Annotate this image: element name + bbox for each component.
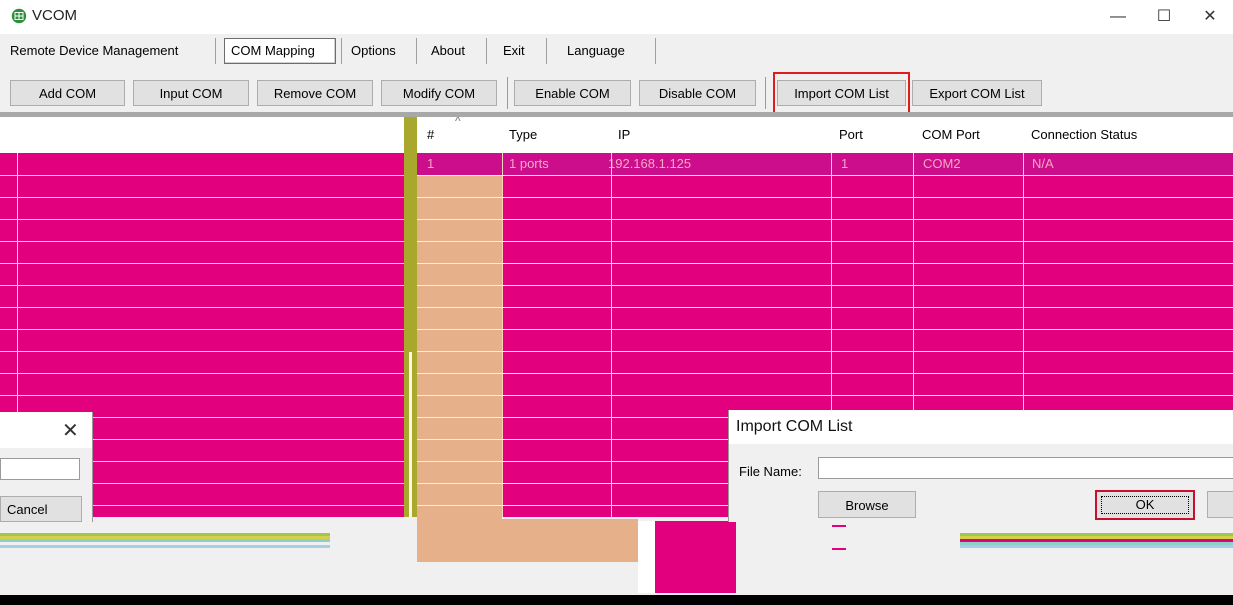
partial-dialog: ✕ Cancel [0, 412, 93, 522]
render-artifact [432, 519, 638, 562]
cell-port: 1 [841, 156, 849, 171]
remove-com-button[interactable]: Remove COM [257, 80, 373, 106]
column-header-com-port[interactable]: COM Port [922, 127, 980, 142]
tree-header [0, 117, 404, 153]
menu-remote-device-management[interactable]: Remote Device Management [10, 42, 178, 60]
cancel-button[interactable]: Cancel [0, 496, 82, 522]
import-com-list-dialog: Import COM List File Name: Browse OK [728, 410, 1233, 522]
disable-com-button[interactable]: Disable COM [639, 80, 756, 106]
add-com-button[interactable]: Add COM [10, 80, 125, 106]
vcom-app-icon [11, 8, 27, 24]
menu-separator [215, 38, 216, 64]
render-artifact [960, 533, 1233, 555]
dialog-titlebar: Import COM List [729, 410, 1233, 444]
menu-exit[interactable]: Exit [503, 42, 525, 60]
modify-com-button[interactable]: Modify COM [381, 80, 497, 106]
render-artifact [655, 521, 736, 593]
close-icon[interactable]: ✕ [1187, 4, 1233, 30]
first-column-band [417, 153, 502, 517]
toolbar-separator [507, 77, 508, 109]
cell-connection-status: N/A [1032, 156, 1054, 171]
cancel-button-partial[interactable] [1207, 491, 1233, 518]
menu-separator [486, 38, 487, 64]
file-name-label: File Name: [739, 464, 802, 479]
column-header-type[interactable]: Type [509, 127, 537, 142]
highlight-box [773, 72, 910, 114]
cell-ip: 192.168.1.125 [608, 156, 692, 171]
cell-number: 1 [427, 156, 435, 171]
menu-separator [546, 38, 547, 64]
cell-com-port: COM2 [923, 156, 961, 171]
column-header-number[interactable]: # [427, 127, 434, 142]
table-header: # ^ Type IP Port COM Port Connection Sta… [417, 117, 1233, 153]
menu-language[interactable]: Language [567, 42, 625, 60]
toolbar-separator [765, 77, 766, 109]
render-artifact [0, 533, 330, 555]
input-com-button[interactable]: Input COM [133, 80, 249, 106]
enable-com-button[interactable]: Enable COM [514, 80, 631, 106]
window-title: VCOM [32, 7, 77, 24]
menu-separator [655, 38, 656, 64]
render-artifact [832, 525, 846, 527]
menu-options[interactable]: Options [351, 42, 396, 60]
title-bar: VCOM — ☐ ✕ [0, 0, 1233, 34]
minimize-icon[interactable]: — [1095, 4, 1141, 30]
render-artifact [832, 548, 846, 550]
column-header-connection-status[interactable]: Connection Status [1031, 127, 1137, 142]
ok-button[interactable]: OK [1095, 490, 1195, 520]
maximize-icon[interactable]: ☐ [1141, 4, 1187, 30]
menu-com-mapping[interactable]: COM Mapping [231, 42, 315, 60]
file-name-input[interactable] [818, 457, 1233, 479]
focus-rect [1101, 496, 1189, 514]
screen-bottom-edge [0, 595, 1233, 605]
menu-separator [416, 38, 417, 64]
partial-dialog-field[interactable] [0, 458, 80, 480]
menu-bar: Remote Device Management COM Mapping Opt… [0, 34, 1233, 69]
column-header-ip[interactable]: IP [618, 127, 630, 142]
browse-button[interactable]: Browse [818, 491, 916, 518]
menu-separator [341, 38, 342, 64]
dialog-close-icon[interactable]: ✕ [62, 418, 79, 443]
dialog-title: Import COM List [736, 418, 853, 435]
sort-ascending-icon: ^ [455, 117, 461, 128]
menu-about[interactable]: About [431, 42, 465, 60]
cell-type: 1 ports [509, 156, 549, 171]
render-artifact [638, 521, 655, 593]
export-com-list-button[interactable]: Export COM List [912, 80, 1042, 106]
toolbar: Add COM Input COM Remove COM Modify COM … [0, 69, 1233, 113]
column-header-port[interactable]: Port [839, 127, 863, 142]
